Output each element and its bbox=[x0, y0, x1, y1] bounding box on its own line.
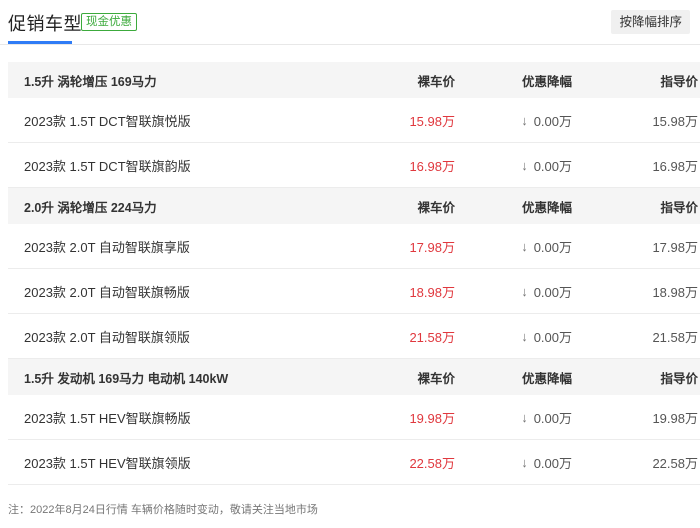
discount-value: 0.00万 bbox=[533, 113, 572, 129]
discount-amount: ↓ 0.00万 bbox=[521, 269, 572, 313]
discount-amount: ↓ 0.00万 bbox=[521, 98, 572, 142]
bare-price: 17.98万 bbox=[409, 239, 455, 255]
group-header: 1.5升 发动机 169马力 电动机 140kW 裸车价 优惠降幅 指导价 bbox=[8, 359, 700, 395]
discount-value: 0.00万 bbox=[533, 329, 572, 345]
table-row[interactable]: 2023款 1.5T HEV智联旗领版 22.58万 ↓ 0.00万 22.58万 bbox=[8, 440, 700, 485]
arrow-down-icon: ↓ bbox=[521, 238, 528, 254]
discount-amount: ↓ 0.00万 bbox=[521, 143, 572, 187]
table-row[interactable]: 2023款 2.0T 自动智联旗畅版 18.98万 ↓ 0.00万 18.98万 bbox=[8, 269, 700, 314]
footnote: 注：2022年8月24日行情 车辆价格随时变动，敬请关注当地市场 bbox=[8, 504, 318, 516]
discount-value: 0.00万 bbox=[533, 239, 572, 255]
group-header: 2.0升 涡轮增压 224马力 裸车价 优惠降幅 指导价 bbox=[8, 188, 700, 224]
bare-price: 21.58万 bbox=[409, 329, 455, 345]
arrow-down-icon: ↓ bbox=[521, 283, 528, 299]
model-name[interactable]: 2023款 1.5T HEV智联旗领版 bbox=[24, 440, 191, 484]
column-discount-header: 优惠降幅 bbox=[521, 74, 572, 89]
arrow-down-icon: ↓ bbox=[521, 328, 528, 344]
discount-value: 0.00万 bbox=[533, 284, 572, 300]
discount-amount: ↓ 0.00万 bbox=[521, 440, 572, 484]
guide-price: 18.98万 bbox=[652, 284, 698, 300]
column-guide-price-header: 指导价 bbox=[660, 371, 698, 386]
discount-value: 0.00万 bbox=[533, 158, 572, 174]
discount-value: 0.00万 bbox=[533, 455, 572, 471]
arrow-down-icon: ↓ bbox=[521, 157, 528, 173]
column-guide-price-header: 指导价 bbox=[660, 200, 698, 215]
column-discount-header: 优惠降幅 bbox=[521, 200, 572, 215]
table-row[interactable]: 2023款 1.5T HEV智联旗畅版 19.98万 ↓ 0.00万 19.98万 bbox=[8, 395, 700, 440]
bare-price: 18.98万 bbox=[409, 284, 455, 300]
model-name[interactable]: 2023款 1.5T DCT智联旗悦版 bbox=[24, 98, 191, 142]
discount-value: 0.00万 bbox=[533, 410, 572, 426]
column-bare-price-header: 裸车价 bbox=[417, 200, 455, 215]
discount-amount: ↓ 0.00万 bbox=[521, 314, 572, 358]
table-row[interactable]: 2023款 1.5T DCT智联旗悦版 15.98万 ↓ 0.00万 15.98万 bbox=[8, 98, 700, 143]
guide-price: 17.98万 bbox=[652, 239, 698, 255]
group-title: 2.0升 涡轮增压 224马力 bbox=[24, 200, 157, 215]
group-title: 1.5升 发动机 169马力 电动机 140kW bbox=[24, 371, 229, 386]
group-header: 1.5升 涡轮增压 169马力 裸车价 优惠降幅 指导价 bbox=[8, 62, 700, 98]
discount-amount: ↓ 0.00万 bbox=[521, 224, 572, 268]
column-guide-price-header: 指导价 bbox=[660, 74, 698, 89]
promo-header: 促销车型 现金优惠 按降幅排序 bbox=[0, 0, 700, 45]
guide-price: 15.98万 bbox=[652, 113, 698, 129]
table-row[interactable]: 2023款 1.5T DCT智联旗韵版 16.98万 ↓ 0.00万 16.98万 bbox=[8, 143, 700, 188]
bare-price: 16.98万 bbox=[409, 158, 455, 174]
column-bare-price-header: 裸车价 bbox=[417, 74, 455, 89]
guide-price: 16.98万 bbox=[652, 158, 698, 174]
model-name[interactable]: 2023款 2.0T 自动智联旗领版 bbox=[24, 314, 190, 358]
guide-price: 21.58万 bbox=[652, 329, 698, 345]
cash-discount-badge: 现金优惠 bbox=[81, 13, 137, 31]
bare-price: 19.98万 bbox=[409, 410, 455, 426]
arrow-down-icon: ↓ bbox=[521, 112, 528, 128]
group-title: 1.5升 涡轮增压 169马力 bbox=[24, 74, 157, 89]
promo-table: 1.5升 涡轮增压 169马力 裸车价 优惠降幅 指导价 2023款 1.5T DCT智… bbox=[8, 62, 700, 485]
bare-price: 22.58万 bbox=[409, 455, 455, 471]
active-tab-indicator bbox=[8, 41, 72, 44]
column-bare-price-header: 裸车价 bbox=[417, 371, 455, 386]
sort-by-discount-button[interactable]: 按降幅排序 bbox=[611, 10, 690, 34]
model-name[interactable]: 2023款 2.0T 自动智联旗享版 bbox=[24, 224, 190, 268]
guide-price: 19.98万 bbox=[652, 410, 698, 426]
discount-amount: ↓ 0.00万 bbox=[521, 395, 572, 439]
arrow-down-icon: ↓ bbox=[521, 409, 528, 425]
table-row[interactable]: 2023款 2.0T 自动智联旗享版 17.98万 ↓ 0.00万 17.98万 bbox=[8, 224, 700, 269]
model-name[interactable]: 2023款 1.5T HEV智联旗畅版 bbox=[24, 395, 191, 439]
model-name[interactable]: 2023款 1.5T DCT智联旗韵版 bbox=[24, 143, 191, 187]
tab-promo-models[interactable]: 促销车型 bbox=[8, 10, 82, 36]
bare-price: 15.98万 bbox=[409, 113, 455, 129]
table-row[interactable]: 2023款 2.0T 自动智联旗领版 21.58万 ↓ 0.00万 21.58万 bbox=[8, 314, 700, 359]
model-name[interactable]: 2023款 2.0T 自动智联旗畅版 bbox=[24, 269, 190, 313]
arrow-down-icon: ↓ bbox=[521, 454, 528, 470]
column-discount-header: 优惠降幅 bbox=[521, 371, 572, 386]
guide-price: 22.58万 bbox=[652, 455, 698, 471]
